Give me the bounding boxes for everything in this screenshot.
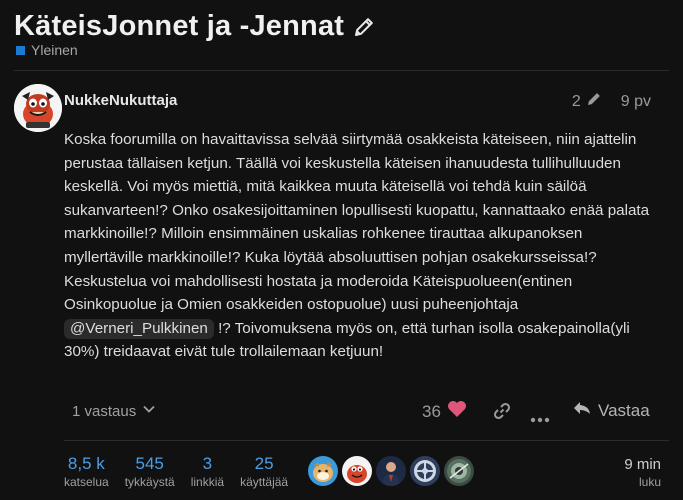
participant-avatars — [308, 456, 474, 486]
avatar[interactable] — [342, 456, 372, 486]
read-time: 9 min luku — [624, 456, 661, 490]
stat-users[interactable]: 25 käyttäjää — [240, 454, 288, 490]
stat-value: 545 — [135, 454, 164, 473]
topic-stats: 8,5 k katselua 545 tykkäystä 3 linkkiä 2… — [64, 454, 304, 490]
link-icon[interactable] — [492, 401, 512, 426]
avatar[interactable] — [376, 456, 406, 486]
reply-label: Vastaa — [598, 400, 650, 420]
replies-toggle-button[interactable]: 1 vastaus — [72, 402, 156, 420]
post-meta: 2 9 pv — [572, 90, 651, 113]
read-time-label: luku — [638, 475, 661, 489]
heart-icon — [447, 400, 467, 423]
avatar[interactable] — [410, 456, 440, 486]
stat-likes[interactable]: 545 tykkäystä — [125, 454, 175, 490]
stat-views[interactable]: 8,5 k katselua — [64, 454, 109, 490]
stat-value: 3 — [202, 454, 213, 473]
stat-value: 25 — [254, 454, 274, 473]
chevron-down-icon — [142, 402, 156, 420]
divider — [64, 440, 669, 441]
read-time-value: 9 min — [624, 456, 661, 473]
avatar[interactable] — [308, 456, 338, 486]
category-color-swatch — [16, 45, 25, 55]
topic-title[interactable]: KäteisJonnet ja -Jennat — [14, 10, 344, 43]
category-badge[interactable]: Yleinen — [16, 42, 78, 58]
pencil-icon[interactable] — [585, 90, 603, 113]
post-text: Koska foorumilla on havaittavissa selvää… — [64, 131, 650, 314]
stat-links[interactable]: 3 linkkiä — [191, 454, 224, 490]
stat-label: katselua — [64, 475, 109, 489]
reply-icon — [572, 400, 592, 421]
edit-count[interactable]: 2 — [572, 93, 581, 111]
like-count: 36 — [422, 401, 441, 421]
avatar[interactable] — [14, 84, 62, 132]
like-button[interactable]: 36 — [422, 400, 467, 423]
post-body: Koska foorumilla on havaittavissa selvää… — [64, 128, 664, 364]
replies-label: 1 vastaus — [72, 402, 137, 420]
avatar[interactable] — [444, 456, 474, 486]
reply-button[interactable]: Vastaa — [572, 400, 650, 421]
post-author-username[interactable]: NukkeNukuttaja — [64, 92, 177, 109]
divider — [14, 70, 669, 71]
user-mention[interactable]: @Verneri_Pulkkinen — [64, 318, 214, 339]
stat-value: 8,5 k — [67, 454, 105, 473]
stat-label: käyttäjää — [240, 475, 289, 489]
stat-label: tykkäystä — [124, 475, 175, 489]
topic-header: KäteisJonnet ja -Jennat — [14, 10, 376, 43]
stat-label: linkkiä — [190, 475, 225, 489]
ellipsis-icon[interactable] — [530, 410, 550, 428]
pencil-icon[interactable] — [352, 15, 376, 39]
category-label: Yleinen — [31, 42, 78, 58]
post-actions: 1 vastaus 36 Vastaa — [64, 398, 669, 426]
post-date[interactable]: 9 pv — [621, 93, 651, 111]
